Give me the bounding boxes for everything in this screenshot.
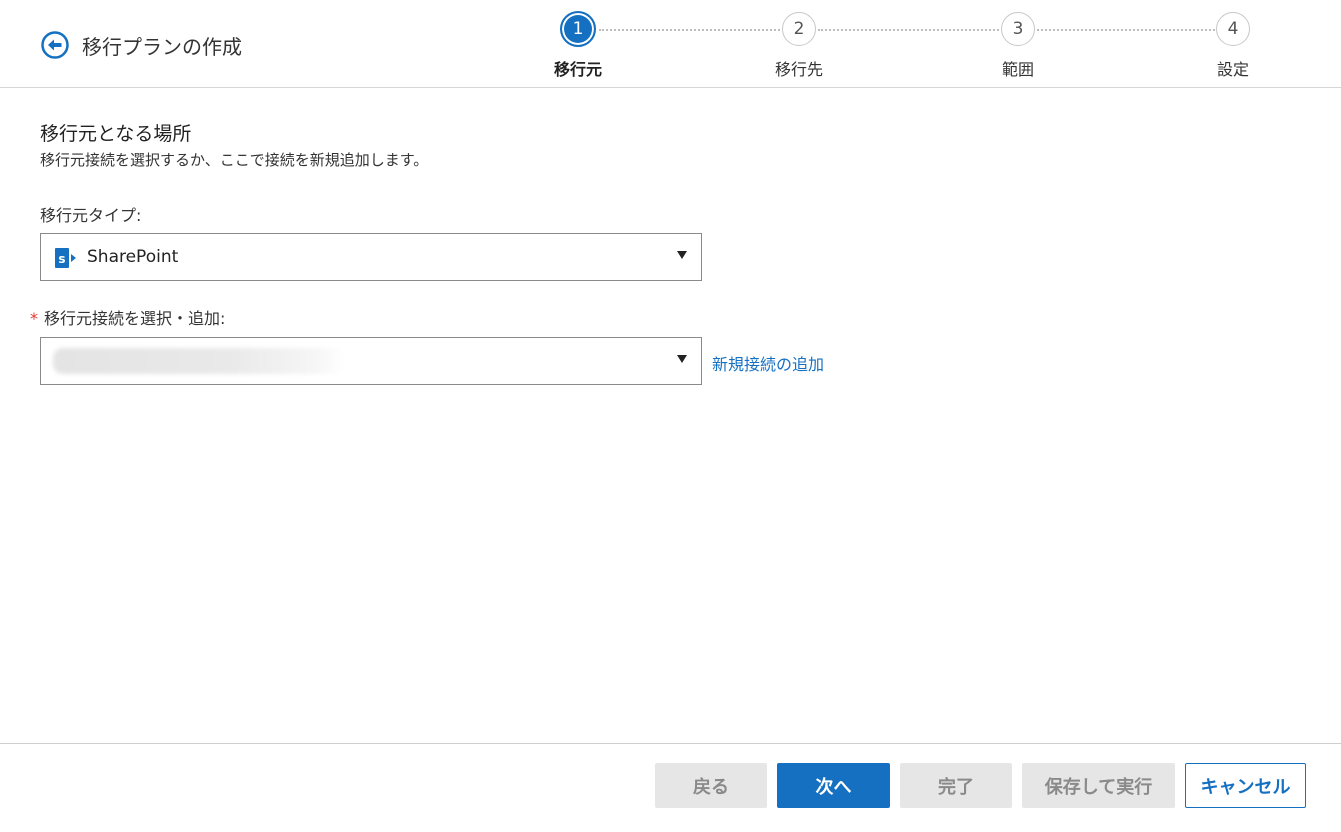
add-connection-link[interactable]: 新規接続の追加 <box>712 351 824 375</box>
step-connector <box>1037 29 1215 31</box>
connection-label: * 移行元接続を選択・追加: <box>30 305 225 329</box>
finish-button[interactable]: 完了 <box>900 763 1012 808</box>
source-type-select[interactable]: s SharePoint <box>40 233 702 281</box>
source-type-value: SharePoint <box>87 247 179 267</box>
step-2-label: 移行先 <box>774 60 823 79</box>
connection-select[interactable] <box>40 337 702 385</box>
section-title: 移行元となる場所 <box>40 123 192 145</box>
step-connector <box>599 29 780 31</box>
step-connector <box>818 29 999 31</box>
save-and-run-button[interactable]: 保存して実行 <box>1022 763 1175 808</box>
step-4-circle: 4 <box>1216 12 1250 46</box>
step-3-label: 範囲 <box>1001 60 1034 79</box>
required-mark: * <box>30 309 38 328</box>
next-button[interactable]: 次へ <box>777 763 890 808</box>
step-1-label: 移行元 <box>553 60 602 79</box>
dropdown-caret-icon <box>677 355 687 363</box>
step-2-circle: 2 <box>782 12 816 46</box>
blurred-connection-value <box>53 348 345 374</box>
cancel-button[interactable]: キャンセル <box>1185 763 1306 808</box>
sharepoint-icon: s <box>55 248 77 268</box>
step-1-circle: 1 <box>560 11 596 47</box>
step-3-circle: 3 <box>1001 12 1035 46</box>
section-description: 移行元接続を選択するか、ここで接続を新規追加します。 <box>40 151 429 169</box>
svg-text:s: s <box>58 252 65 266</box>
source-type-label: 移行元タイプ: <box>40 206 142 225</box>
back-button[interactable]: 戻る <box>655 763 767 808</box>
connection-label-text: 移行元接続を選択・追加: <box>44 309 226 328</box>
footer-divider <box>0 743 1341 744</box>
step-4-label: 設定 <box>1216 60 1249 79</box>
progress-stepper: 1 2 3 4 移行元 移行先 範囲 設定 <box>0 0 1341 87</box>
dropdown-caret-icon <box>677 251 687 259</box>
